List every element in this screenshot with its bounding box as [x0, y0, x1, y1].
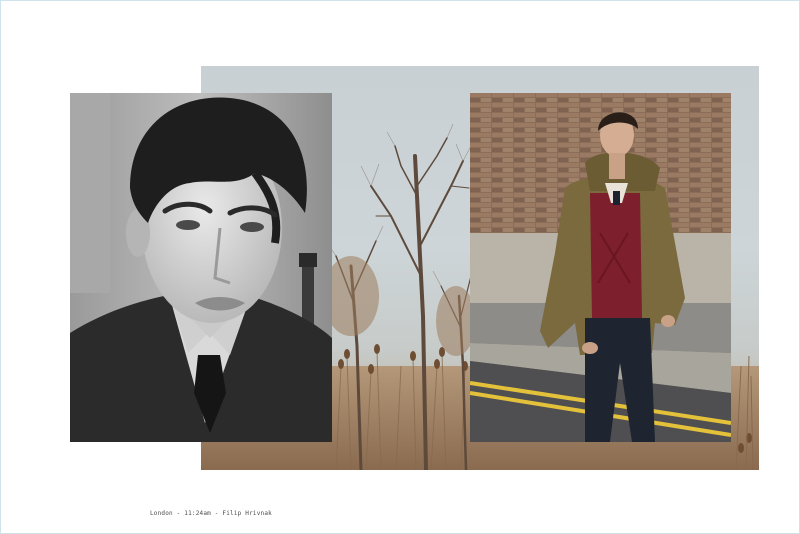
photo-caption: London - 11:24am - Filip Hrivnak [150, 510, 272, 517]
portrait-illustration [70, 93, 332, 442]
black-and-white-portrait [70, 93, 332, 442]
editorial-spread: London - 11:24am - Filip Hrivnak [0, 0, 800, 534]
street-illustration [470, 93, 731, 442]
street-fashion-portrait [470, 93, 731, 442]
